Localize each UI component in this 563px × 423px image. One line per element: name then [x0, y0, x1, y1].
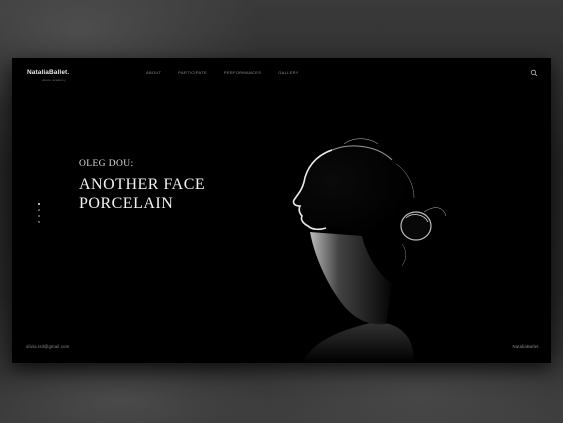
nav-item-gallery[interactable]: GALLERY	[278, 70, 298, 75]
slide-dot-1[interactable]	[38, 203, 40, 205]
hero-portrait-image	[292, 138, 447, 363]
contact-email-link[interactable]: olivia.tsil@gmail.com	[26, 344, 69, 349]
hero-title: ANOTHER FACE PORCELAIN	[79, 175, 205, 213]
website-mockup: NataliaBallet. dance academy ABOUT PARTI…	[12, 58, 551, 363]
slide-pagination	[37, 203, 41, 227]
nav-item-about[interactable]: ABOUT	[146, 70, 161, 75]
main-menu: ABOUT PARTICIPATE PERFORMANCES GALLERY	[146, 70, 316, 75]
search-icon[interactable]	[530, 69, 538, 77]
hero-title-line-2: PORCELAIN	[79, 195, 174, 212]
slide-dot-2[interactable]	[38, 209, 40, 211]
nav-item-performances[interactable]: PERFORMANCES	[224, 70, 261, 75]
top-navigation: NataliaBallet. dance academy ABOUT PARTI…	[12, 69, 551, 83]
brand-tagline: dance academy	[42, 78, 66, 82]
footer-brand: NataliaBallet.	[512, 344, 540, 349]
slide-dot-3[interactable]	[38, 215, 40, 217]
hero-subtitle: OLEG DOU:	[79, 159, 134, 169]
slide-dot-4[interactable]	[38, 221, 40, 223]
brand-logo[interactable]: NataliaBallet.	[27, 69, 69, 76]
hero-title-line-1: ANOTHER FACE	[79, 176, 206, 193]
nav-item-participate[interactable]: PARTICIPATE	[178, 70, 207, 75]
